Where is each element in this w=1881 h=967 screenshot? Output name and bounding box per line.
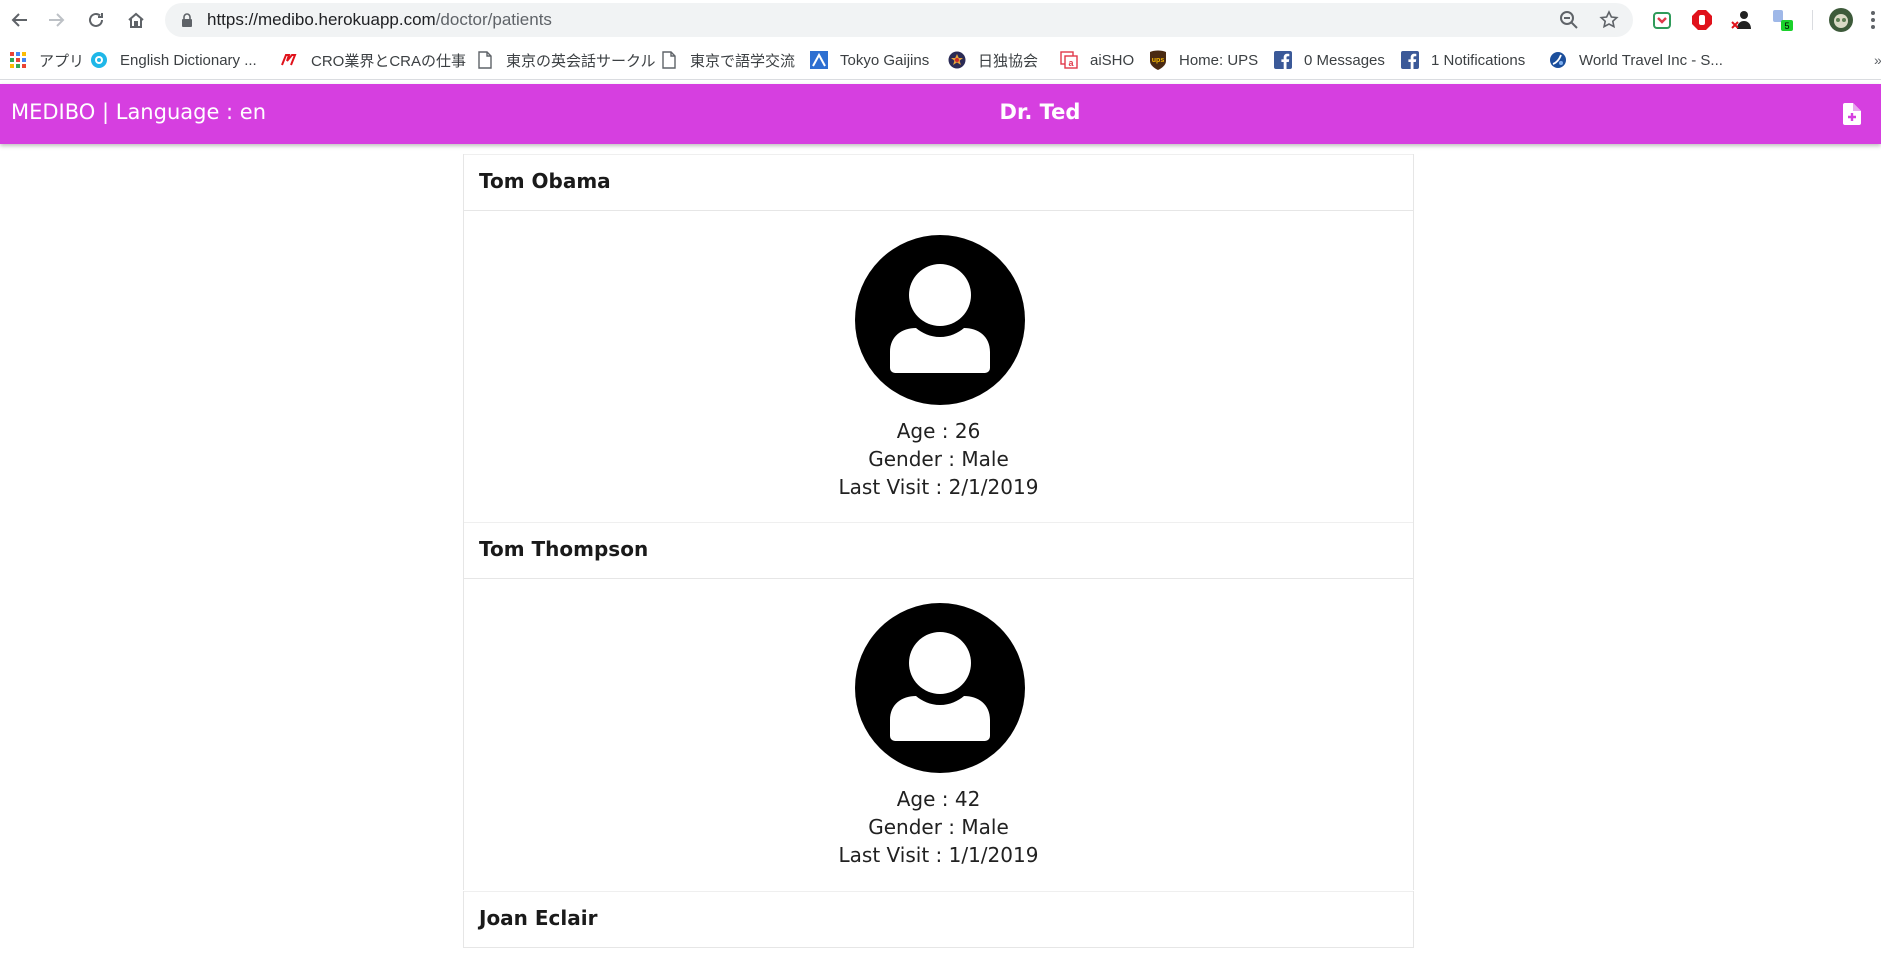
user-avatar-icon [855, 603, 1025, 773]
file-plus-icon [1843, 103, 1861, 125]
bookmark-cro[interactable]: CRO業界とCRAの仕事 [281, 49, 466, 71]
world-travel-icon [1549, 51, 1567, 69]
bookmark-label: English Dictionary ... [120, 51, 257, 69]
bookmark-label: 東京の英会話サークル [506, 52, 656, 70]
home-button[interactable] [116, 0, 156, 40]
arrow-left-icon [11, 13, 27, 27]
patient-last-visit: Last Visit : 1/1/2019 [838, 843, 1039, 867]
home-icon [128, 12, 144, 28]
bookmark-label: 日独協会 [978, 52, 1039, 70]
cro-icon [281, 51, 299, 69]
patient-details: Age : 42 Gender : Male Last Visit : 1/1/… [464, 579, 1413, 890]
facebook-icon [1274, 51, 1292, 69]
address-bar[interactable]: https://medibo.herokuapp.com/doctor/pati… [165, 3, 1633, 37]
patient-card[interactable]: Tom Thompson Age : 42 Gender : Male Last… [463, 522, 1414, 890]
profile-avatar[interactable] [1829, 8, 1853, 32]
patient-details: Age : 26 Gender : Male Last Visit : 2/1/… [464, 211, 1413, 522]
bookmark-facebook-messages[interactable]: 0 Messages [1274, 49, 1385, 71]
bookmark-label: 1 Notifications [1431, 51, 1526, 69]
bookmark-label: World Travel Inc - S... [1579, 51, 1723, 69]
bookmark-label: 0 Messages [1304, 51, 1385, 69]
patient-card[interactable]: Joan Eclair [463, 891, 1414, 948]
bookmark-label: 東京で語学交流 [690, 52, 796, 70]
url-host: https://medibo.herokuapp.com [207, 10, 436, 29]
patient-card[interactable]: Tom Obama Age : 26 Gender : Male Last Vi… [463, 154, 1414, 522]
apps-grid-icon [9, 51, 27, 69]
patient-gender: Gender : Male [868, 815, 1009, 839]
lock-icon [182, 13, 192, 27]
extension-badge: 5 [1784, 21, 1789, 31]
doctor-name-wrap: Dr. Ted [0, 84, 1881, 144]
bookmark-label: Tokyo Gaijins [840, 51, 930, 69]
bookmark-label: アプリ [39, 52, 85, 70]
browser-toolbar: https://medibo.herokuapp.com/doctor/pati… [0, 0, 1881, 40]
bookmark-tokyo-gaijins[interactable]: Tokyo Gaijins [810, 49, 929, 71]
bookmark-facebook-notifications[interactable]: 1 Notifications [1401, 49, 1525, 71]
bookmark-ups[interactable]: ups Home: UPS [1149, 49, 1258, 71]
patient-name[interactable]: Joan Eclair [464, 891, 1413, 948]
bookmark-world-travel[interactable]: World Travel Inc - S... [1549, 49, 1723, 71]
forward-button[interactable] [36, 0, 76, 40]
back-button[interactable] [0, 0, 40, 40]
bookmarks-overflow-button[interactable]: » [1874, 49, 1881, 71]
bookmark-english-dictionary[interactable]: English Dictionary ... [90, 49, 257, 71]
aisho-icon: a [1060, 51, 1078, 69]
url-path: /doctor/patients [435, 10, 552, 29]
app-header: MEDIBO | Language : en Dr. Ted [0, 84, 1881, 144]
doctor-name: Dr. Ted [999, 100, 1081, 124]
patient-info: Age : 26 Gender : Male Last Visit : 2/1/… [464, 417, 1413, 501]
toolbar-divider [1812, 10, 1813, 30]
bookmark-nichidoku[interactable]: 日独協会 [948, 49, 1038, 71]
bookmark-gogaku[interactable]: 東京で語学交流 [660, 49, 795, 71]
patient-gender: Gender : Male [868, 447, 1009, 471]
page-icon [660, 51, 678, 69]
dictionary-icon [90, 51, 108, 69]
bookmark-eikaiwa[interactable]: 東京の英会話サークル [476, 49, 656, 71]
zoom-icon[interactable] [1558, 10, 1580, 32]
add-patient-button[interactable] [1843, 103, 1865, 125]
page-icon [476, 51, 494, 69]
bookmark-aisho[interactable]: a aiSHO [1060, 49, 1134, 71]
reload-button[interactable] [76, 0, 116, 40]
reload-icon [89, 12, 103, 27]
bookmark-apps[interactable]: アプリ [9, 49, 84, 71]
patient-list: Tom Obama Age : 26 Gender : Male Last Vi… [463, 154, 1414, 967]
jdg-icon [948, 51, 966, 69]
patient-name[interactable]: Tom Obama [464, 154, 1413, 211]
bookmark-label: Home: UPS [1179, 51, 1259, 69]
patient-age: Age : 42 [896, 787, 981, 811]
bookmark-star-icon[interactable] [1598, 10, 1620, 32]
ups-icon: ups [1149, 50, 1167, 70]
chevron-double-right-icon: » [1874, 52, 1881, 68]
patient-info: Age : 42 Gender : Male Last Visit : 1/1/… [464, 785, 1413, 869]
bookmark-label: aiSHO [1090, 51, 1135, 69]
user-avatar-icon [855, 235, 1025, 405]
patient-name[interactable]: Tom Thompson [464, 522, 1413, 579]
facebook-icon [1401, 51, 1419, 69]
user-block-extension-icon[interactable] [1730, 8, 1754, 32]
arrow-right-icon [49, 13, 65, 27]
patient-last-visit: Last Visit : 2/1/2019 [838, 475, 1039, 499]
bookmark-label: CRO業界とCRAの仕事 [311, 52, 467, 70]
svg-text:ups: ups [1152, 57, 1165, 64]
patient-age: Age : 26 [896, 419, 981, 443]
gaijins-icon [810, 51, 828, 69]
chrome-menu-icon[interactable] [1866, 8, 1880, 32]
pocket-extension-icon[interactable] [1650, 8, 1674, 32]
translate-extension-icon[interactable]: 5 [1770, 8, 1794, 32]
bookmarks-bar: アプリ English Dictionary ... CRO業界とCRAの仕事 … [0, 40, 1881, 80]
url-text: https://medibo.herokuapp.com/doctor/pati… [207, 10, 552, 30]
adblock-extension-icon[interactable] [1690, 8, 1714, 32]
